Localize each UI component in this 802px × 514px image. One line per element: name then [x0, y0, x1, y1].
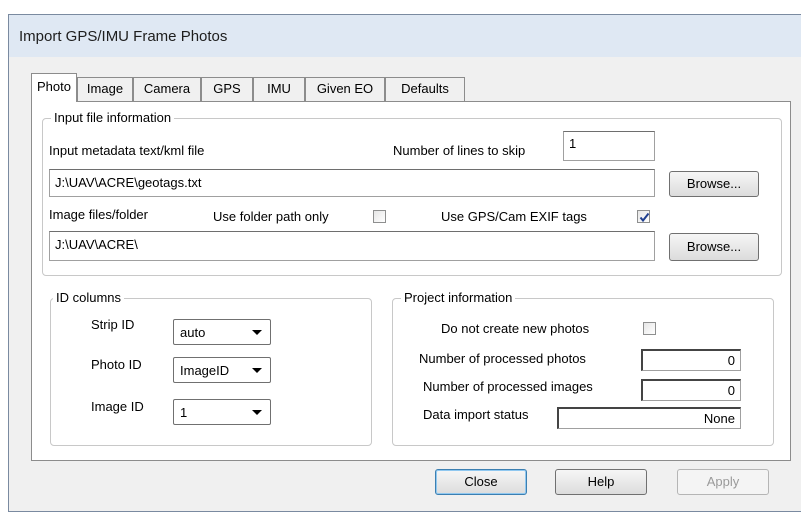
strip-id-value: auto [180, 325, 206, 340]
dialog-window: Import GPS/IMU Frame Photos Photo Image … [8, 14, 801, 512]
tab-image[interactable]: Image [77, 77, 133, 101]
image-id-value: 1 [180, 405, 188, 420]
use-exif-checkbox[interactable] [637, 210, 650, 223]
close-button[interactable]: Close [435, 469, 527, 495]
processed-photos-label: Number of processed photos [419, 351, 586, 366]
chevron-down-icon [252, 410, 262, 415]
tab-panel-photo: Input file information Input metadata te… [31, 101, 791, 461]
apply-button[interactable]: Apply [677, 469, 769, 495]
tab-photo[interactable]: Photo [31, 73, 77, 102]
project-info-legend: Project information [401, 290, 516, 305]
lines-to-skip-label: Number of lines to skip [393, 143, 526, 158]
chevron-down-icon [252, 330, 262, 335]
checkmark-icon [639, 212, 650, 223]
id-columns-group: ID columns Strip ID auto Photo ID ImageI… [50, 290, 372, 446]
metadata-file-input[interactable]: J:\UAV\ACRE\geotags.txt [49, 169, 655, 197]
image-folder-input[interactable]: J:\UAV\ACRE\ [49, 231, 655, 261]
photo-id-value: ImageID [180, 363, 230, 378]
image-folder-label: Image files/folder [49, 207, 148, 222]
input-file-legend: Input file information [51, 110, 175, 125]
processed-images-value: 0 [641, 379, 741, 401]
tab-camera[interactable]: Camera [133, 77, 201, 101]
photo-id-label: Photo ID [91, 357, 142, 372]
chevron-down-icon [252, 368, 262, 373]
strip-id-select[interactable]: auto [173, 319, 271, 345]
import-status-value: None [557, 407, 741, 429]
title-bar[interactable]: Import GPS/IMU Frame Photos [9, 15, 801, 57]
project-info-group: Project information Do not create new ph… [392, 290, 774, 446]
import-status-label: Data import status [423, 407, 529, 422]
processed-photos-value: 0 [641, 349, 741, 371]
lines-to-skip-input[interactable]: 1 [563, 131, 655, 161]
image-id-select[interactable]: 1 [173, 399, 271, 425]
no-new-photos-label: Do not create new photos [441, 321, 590, 336]
tab-given-eo[interactable]: Given EO [305, 77, 385, 101]
help-button[interactable]: Help [555, 469, 647, 495]
id-columns-legend: ID columns [53, 290, 125, 305]
use-folder-path-checkbox[interactable] [373, 210, 386, 223]
input-file-group: Input file information Input metadata te… [42, 110, 782, 276]
use-exif-label: Use GPS/Cam EXIF tags [441, 209, 587, 224]
window-title: Import GPS/IMU Frame Photos [19, 28, 228, 45]
use-folder-path-label: Use folder path only [213, 209, 329, 224]
tab-gps[interactable]: GPS [201, 77, 253, 101]
strip-id-label: Strip ID [91, 317, 135, 332]
photo-id-select[interactable]: ImageID [173, 357, 271, 383]
image-folder-browse-button[interactable]: Browse... [669, 233, 759, 261]
image-id-label: Image ID [91, 399, 144, 414]
tab-defaults[interactable]: Defaults [385, 77, 465, 101]
tab-imu[interactable]: IMU [253, 77, 305, 101]
no-new-photos-checkbox[interactable] [643, 322, 656, 335]
metadata-browse-button[interactable]: Browse... [669, 171, 759, 197]
metadata-file-label: Input metadata text/kml file [49, 143, 205, 158]
processed-images-label: Number of processed images [423, 379, 593, 394]
